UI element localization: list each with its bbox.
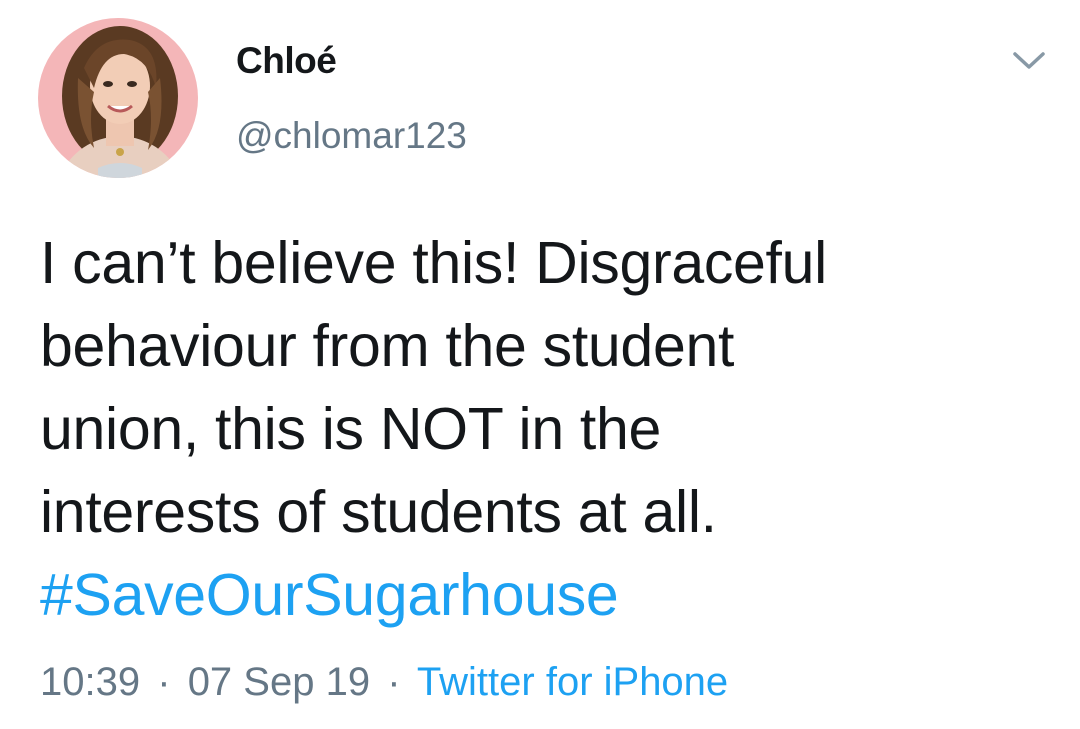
tweet-time[interactable]: 10:39 bbox=[40, 660, 140, 704]
author-handle[interactable]: @chlomar123 bbox=[236, 115, 467, 157]
tweet-meta: 10:39 · 07 Sep 19 · Twitter for iPhone bbox=[40, 660, 728, 705]
tweet-text-line: interests of students at all. bbox=[40, 479, 717, 545]
tweet-date[interactable]: 07 Sep 19 bbox=[188, 660, 370, 704]
tweet-text-line: I can’t believe this! Disgraceful bbox=[40, 230, 827, 296]
meta-separator: · bbox=[157, 660, 171, 704]
meta-separator: · bbox=[387, 660, 401, 704]
tweet-text: I can’t believe this! Disgraceful behavi… bbox=[40, 222, 1040, 637]
hashtag-link[interactable]: #SaveOurSugarhouse bbox=[40, 562, 619, 628]
chevron-down-icon[interactable] bbox=[1012, 48, 1046, 74]
author-display-name[interactable]: Chloé bbox=[236, 40, 337, 82]
tweet-source-link[interactable]: Twitter for iPhone bbox=[417, 660, 728, 704]
avatar[interactable] bbox=[38, 18, 198, 178]
tweet-text-line: union, this is NOT in the bbox=[40, 396, 662, 462]
tweet: Chloé @chlomar123 I can’t believe this! … bbox=[0, 0, 1080, 729]
profile-photo-avatar bbox=[38, 18, 198, 178]
tweet-text-line: behaviour from the student bbox=[40, 313, 735, 379]
